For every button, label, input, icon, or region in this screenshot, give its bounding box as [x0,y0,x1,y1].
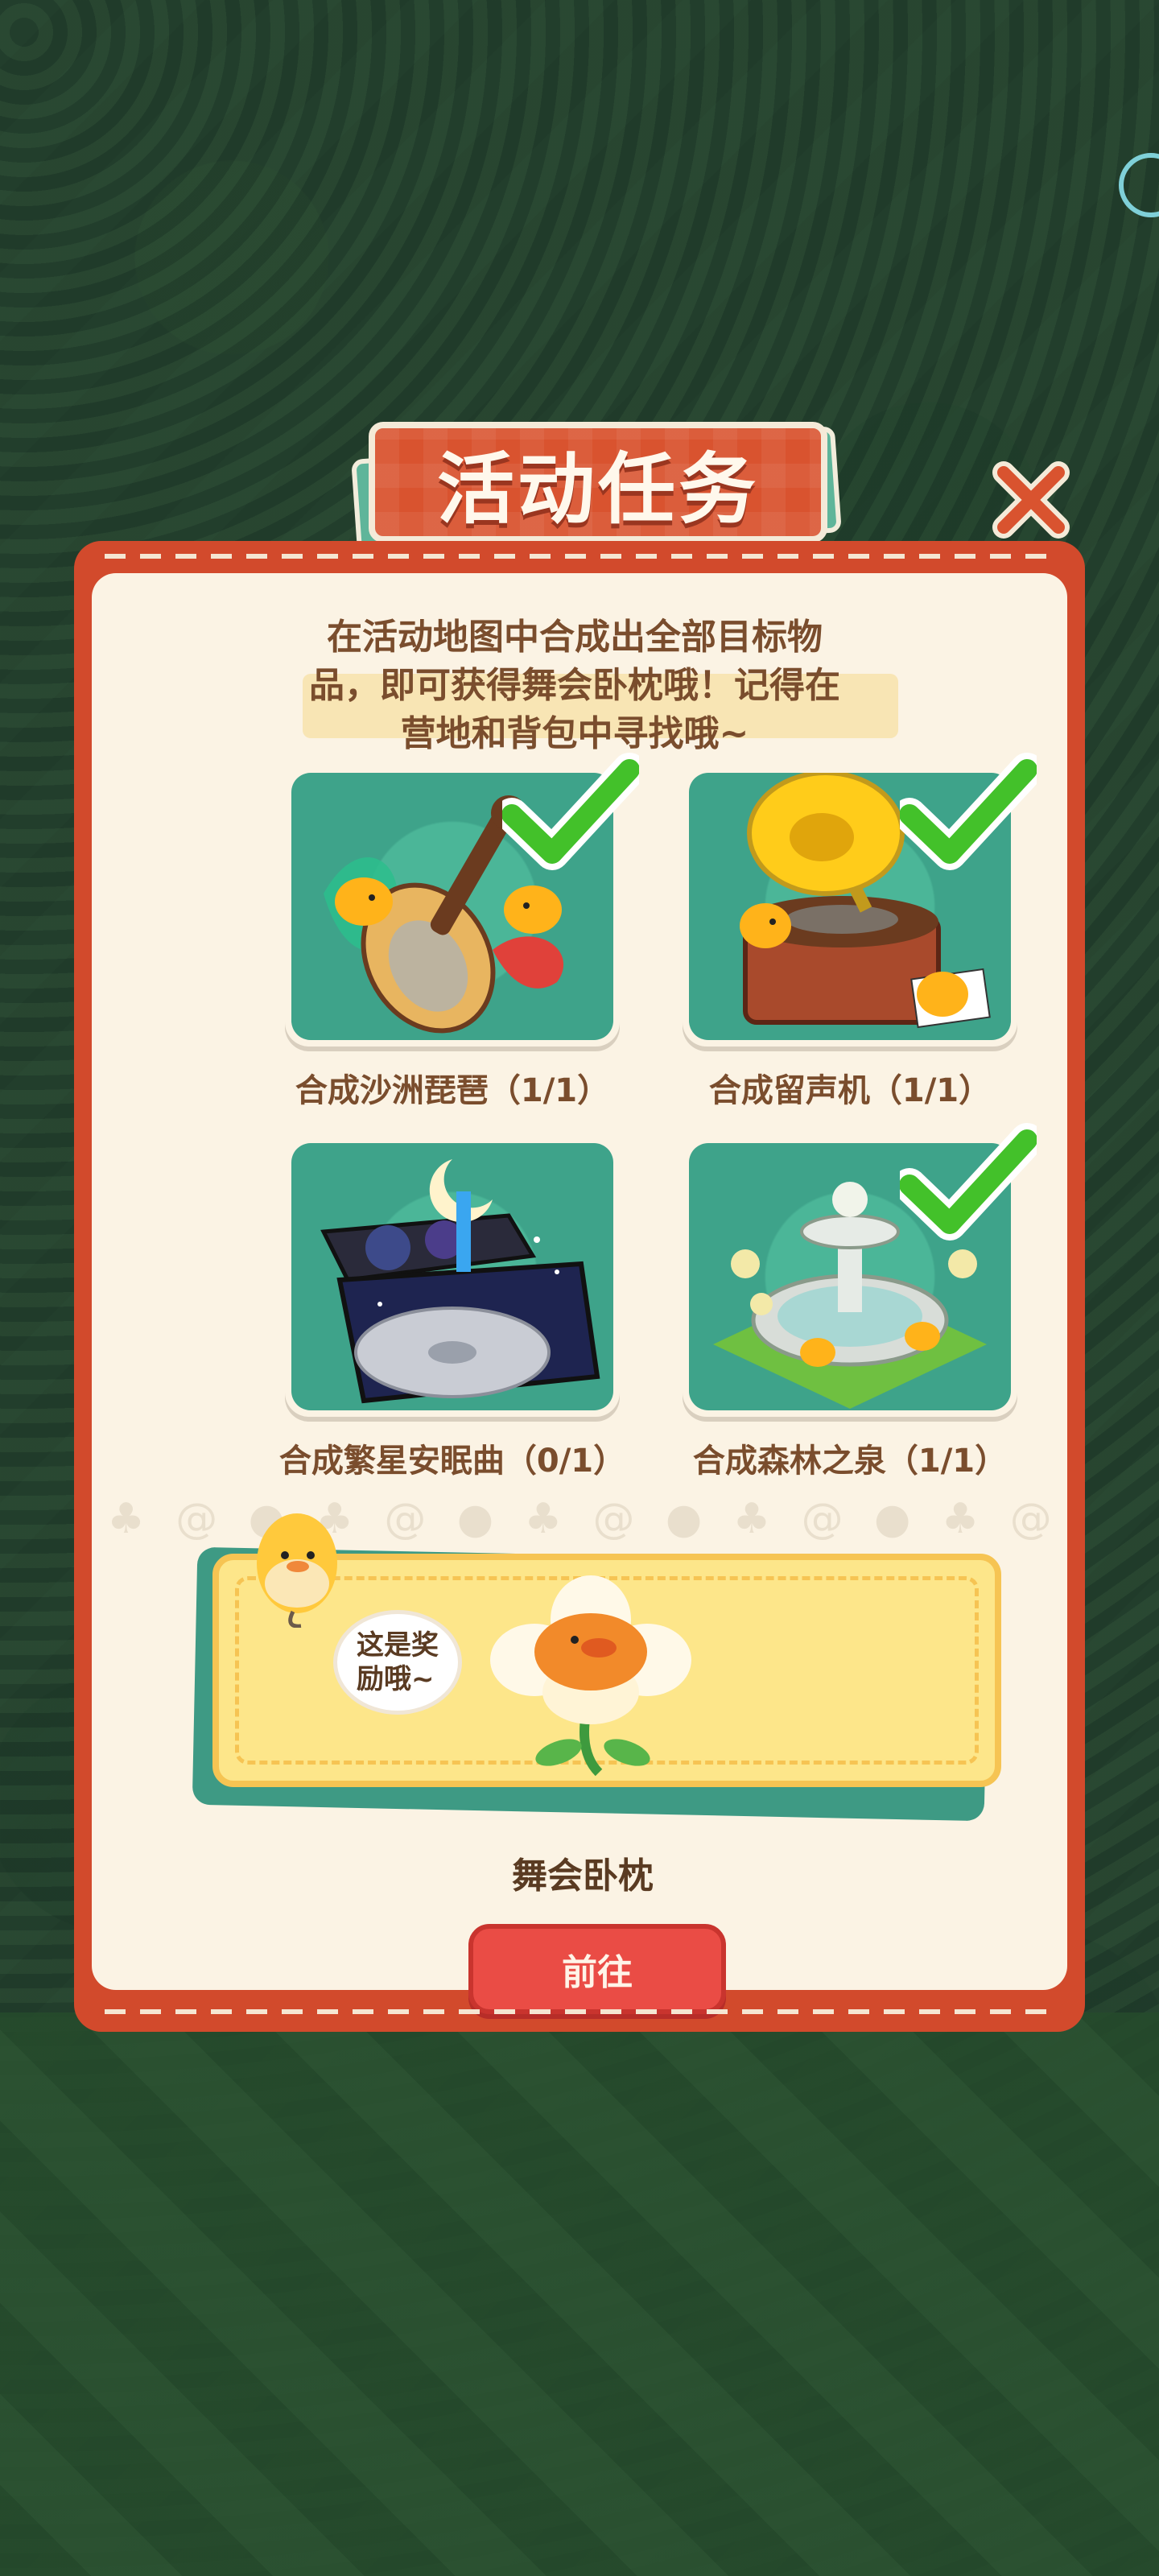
task-card-starry-lullaby[interactable] [285,1137,620,1417]
flower-chick-pillow-icon [490,1575,691,1777]
grass-field [0,2013,1159,2576]
clover-icon: ♣ [524,1495,563,1543]
close-icon [992,461,1070,539]
decorative-icon-strip: ♣ @ ● ♣ @ ● ♣ @ ● ♣ @ ● ♣ @ [92,1495,1067,1543]
starry-lullaby-record-icon [320,1159,600,1404]
reward-name: 舞会卧枕 [512,1856,654,1897]
go-button[interactable]: 前往 [468,1924,726,2014]
cat-icon: ● [873,1495,911,1543]
check-icon [900,1123,1037,1241]
cat-icon: ● [456,1495,494,1543]
task-label: 合成森林之泉（1/1） [692,1443,1008,1480]
task-label: 合成沙洲琵琶（1/1） [295,1072,610,1109]
swirl-icon: @ [801,1495,843,1543]
swirl-icon: @ [384,1495,427,1543]
speech-line: 励哦~ [357,1663,435,1695]
description-line: 品，即可获得舞会卧枕哦！记得在 [309,665,840,706]
task-description: 在活动地图中合成出全部目标物 品，即可获得舞会卧枕哦！记得在 营地和背包中寻找哦… [285,613,864,758]
panel-dash-top [105,554,1054,559]
description-line: 营地和背包中寻找哦~ [400,713,749,754]
reward-speech-bubble: 这是奖 励哦~ [333,1610,462,1715]
task-card-gramophone[interactable] [683,753,1037,1046]
panel-dash-bottom [105,2009,1054,2014]
task-label: 合成留声机（1/1） [708,1072,992,1109]
title-banner-front: 活动任务 [369,422,827,543]
task-label: 合成繁星安眠曲（0/1） [278,1443,626,1480]
clover-icon: ♣ [941,1495,980,1543]
check-icon [900,753,1037,870]
task-card-art [291,1143,613,1410]
page-title: 活动任务 [437,444,759,535]
go-button-label: 前往 [562,1952,633,1993]
speech-line: 这是奖 [357,1629,439,1662]
clover-icon: ♣ [732,1495,771,1543]
clover-icon: ♣ [107,1495,145,1543]
task-card-forest-fountain[interactable] [683,1123,1037,1417]
panel-inner: 在活动地图中合成出全部目标物 品，即可获得舞会卧枕哦！记得在 营地和背包中寻找哦… [92,573,1067,2014]
description-line: 在活动地图中合成出全部目标物 [327,617,823,658]
swirl-icon: @ [1009,1495,1052,1543]
swirl-icon: @ [592,1495,635,1543]
task-panel: 在活动地图中合成出全部目标物 品，即可获得舞会卧枕哦！记得在 营地和背包中寻找哦… [74,541,1085,2032]
task-card-pipa[interactable] [285,753,639,1046]
check-icon [502,753,639,870]
chick-mascot-icon [257,1513,337,1628]
close-button[interactable] [986,455,1074,543]
cat-icon: ● [665,1495,703,1543]
swirl-icon: @ [175,1495,218,1543]
